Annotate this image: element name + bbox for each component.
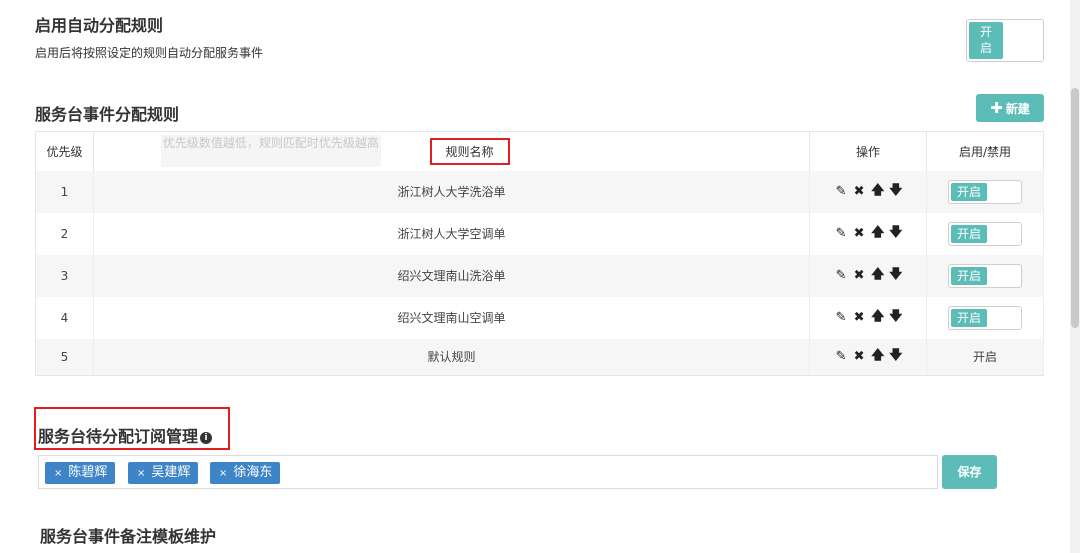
row-name: 默认规则 [93, 338, 811, 376]
rule-table: 优先级 优先级数值越低，规则匹配时优先级越高 规则名称 操作 启用/禁用 1 浙… [35, 131, 1044, 376]
row-name: 浙江树人大学洗浴单 [93, 170, 811, 213]
delete-icon[interactable]: ✖ [853, 226, 865, 241]
header-toggle: 启用/禁用 [926, 131, 1044, 171]
move-down-icon[interactable]: 🡇 [889, 223, 902, 245]
edit-icon[interactable]: ✎ [835, 349, 847, 364]
row-toggle-cell: 开启 [926, 254, 1044, 297]
rule-toggle-on: 开启 [951, 224, 988, 243]
header-priority[interactable]: 优先级 [35, 131, 94, 171]
new-rule-label: 新建 [1005, 101, 1030, 116]
edit-icon[interactable]: ✎ [835, 184, 847, 199]
table-row: 3 绍兴文理南山洗浴单 ✎ ✖ 🡅 🡇 开启 [35, 254, 1044, 297]
row-toggle-cell: 开启 [926, 296, 1044, 339]
row-toggle-cell: 开启 [926, 170, 1044, 213]
tag-label: 陈碧辉 [68, 465, 108, 480]
tag-remove-icon[interactable]: × [54, 468, 62, 479]
subscription-title-wrap: 服务台待分配订阅管理 i [38, 423, 213, 447]
edit-icon[interactable]: ✎ [835, 226, 847, 241]
remarks-title: 服务台事件备注模板维护 [40, 527, 217, 546]
toggle-on-char-2: 启 [979, 41, 992, 55]
row-priority: 1 [35, 170, 94, 213]
row-name: 绍兴文理南山空调单 [93, 296, 811, 339]
edit-icon[interactable]: ✎ [835, 310, 847, 325]
move-up-icon[interactable]: 🡅 [871, 223, 884, 245]
row-name: 浙江树人大学空调单 [93, 212, 811, 255]
tag-label: 吴建辉 [151, 465, 191, 480]
rule-toggle[interactable]: 开启 [948, 305, 1023, 330]
delete-icon[interactable]: ✖ [853, 310, 865, 325]
rule-toggle-on: 开启 [951, 182, 988, 201]
move-down-icon[interactable]: 🡇 [889, 265, 902, 287]
auto-assign-description: 启用后将按照设定的规则自动分配服务事件 [35, 46, 264, 60]
rule-toggle[interactable]: 开启 [948, 179, 1023, 204]
table-row: 5 默认规则 ✎ ✖ 🡅 🡇 开启 [35, 338, 1044, 376]
move-down-icon[interactable]: 🡇 [889, 346, 902, 368]
subscriber-tag: × 徐海东 [210, 462, 281, 484]
tag-label: 徐海东 [233, 465, 273, 480]
subscriber-tag: × 吴建辉 [128, 462, 199, 484]
rule-toggle[interactable]: 开启 [948, 221, 1023, 246]
delete-icon[interactable]: ✖ [853, 268, 865, 283]
new-rule-button[interactable]: ✚ 新建 [976, 94, 1044, 122]
move-down-icon[interactable]: 🡇 [889, 181, 902, 203]
toggle-on-char-1: 开 [979, 25, 992, 39]
row-priority: 2 [35, 212, 94, 255]
rules-title: 服务台事件分配规则 [35, 105, 180, 124]
auto-assign-toggle-on: 开 启 [969, 22, 1003, 59]
page-scrollbar[interactable] [1070, 0, 1080, 553]
priority-hint-tooltip: 优先级数值越低，规则匹配时优先级越高 [160, 135, 381, 167]
plus-icon: ✚ [990, 98, 1003, 117]
subscriber-tag: × 陈碧辉 [45, 462, 116, 484]
move-down-icon[interactable]: 🡇 [889, 307, 902, 329]
header-name[interactable]: 优先级数值越低，规则匹配时优先级越高 规则名称 [93, 131, 811, 171]
row-operations: ✎ ✖ 🡅 🡇 [809, 212, 928, 255]
rule-toggle-on: 开启 [951, 308, 988, 327]
tag-remove-icon[interactable]: × [219, 468, 227, 479]
table-header-row: 优先级 优先级数值越低，规则匹配时优先级越高 规则名称 操作 启用/禁用 [35, 131, 1044, 171]
header-operation: 操作 [809, 131, 928, 171]
tag-remove-icon[interactable]: × [137, 468, 145, 479]
table-row: 2 浙江树人大学空调单 ✎ ✖ 🡅 🡇 开启 [35, 212, 1044, 255]
row-operations: ✎ ✖ 🡅 🡇 [809, 338, 928, 376]
scrollbar-thumb[interactable] [1071, 88, 1079, 328]
row-operations: ✎ ✖ 🡅 🡇 [809, 254, 928, 297]
auto-assign-toggle[interactable]: 开 启 [966, 19, 1044, 62]
auto-assign-title: 启用自动分配规则 [35, 16, 164, 35]
move-up-icon[interactable]: 🡅 [871, 181, 884, 203]
move-up-icon[interactable]: 🡅 [871, 307, 884, 329]
table-row: 1 浙江树人大学洗浴单 ✎ ✖ 🡅 🡇 开启 [35, 170, 1044, 213]
row-priority: 4 [35, 296, 94, 339]
delete-icon[interactable]: ✖ [853, 349, 865, 364]
row-toggle-cell: 开启 [926, 212, 1044, 255]
header-name-label: 规则名称 [429, 137, 510, 165]
row-priority: 3 [35, 254, 94, 297]
edit-icon[interactable]: ✎ [835, 268, 847, 283]
table-row: 4 绍兴文理南山空调单 ✎ ✖ 🡅 🡇 开启 [35, 296, 1044, 339]
info-icon[interactable]: i [200, 432, 213, 444]
move-up-icon[interactable]: 🡅 [871, 346, 884, 368]
row-priority: 5 [35, 338, 94, 376]
row-operations: ✎ ✖ 🡅 🡇 [809, 170, 928, 213]
subscriber-tag-input[interactable]: × 陈碧辉 × 吴建辉 × 徐海东 [38, 455, 938, 489]
delete-icon[interactable]: ✖ [853, 184, 865, 199]
row-name: 绍兴文理南山洗浴单 [93, 254, 811, 297]
move-up-icon[interactable]: 🡅 [871, 265, 884, 287]
rule-toggle[interactable]: 开启 [948, 263, 1023, 288]
row-toggle-text: 开启 [926, 338, 1044, 376]
subscription-title: 服务台待分配订阅管理 [38, 427, 199, 446]
row-operations: ✎ ✖ 🡅 🡇 [809, 296, 928, 339]
rule-toggle-on: 开启 [951, 266, 988, 285]
save-button[interactable]: 保存 [942, 455, 997, 489]
